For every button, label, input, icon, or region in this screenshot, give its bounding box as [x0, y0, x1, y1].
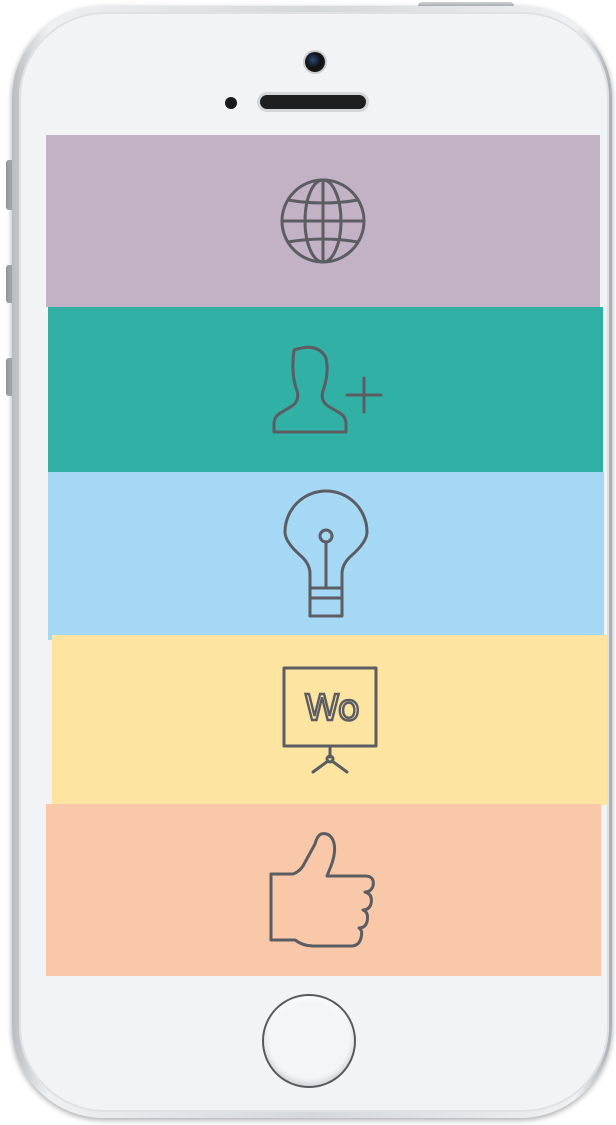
menu-item-like[interactable] [46, 804, 601, 976]
user-plus-icon [272, 345, 382, 433]
menu-item-idea[interactable] [48, 472, 604, 640]
menu-item-add-user[interactable] [48, 307, 603, 472]
menu-item-globe[interactable] [46, 135, 600, 307]
menu-item-presentation[interactable]: Wo [52, 635, 607, 805]
globe-icon [280, 178, 366, 264]
home-button[interactable] [264, 996, 354, 1086]
presentation-board-icon: Wo [282, 666, 377, 774]
thumbs-up-icon [269, 832, 375, 948]
front-camera [305, 52, 325, 72]
lightbulb-icon [283, 489, 369, 618]
proximity-sensor [225, 97, 237, 109]
screenshot-stage: Wo [0, 0, 616, 1125]
board-text: Wo [304, 688, 360, 729]
earpiece-speaker [260, 95, 366, 109]
